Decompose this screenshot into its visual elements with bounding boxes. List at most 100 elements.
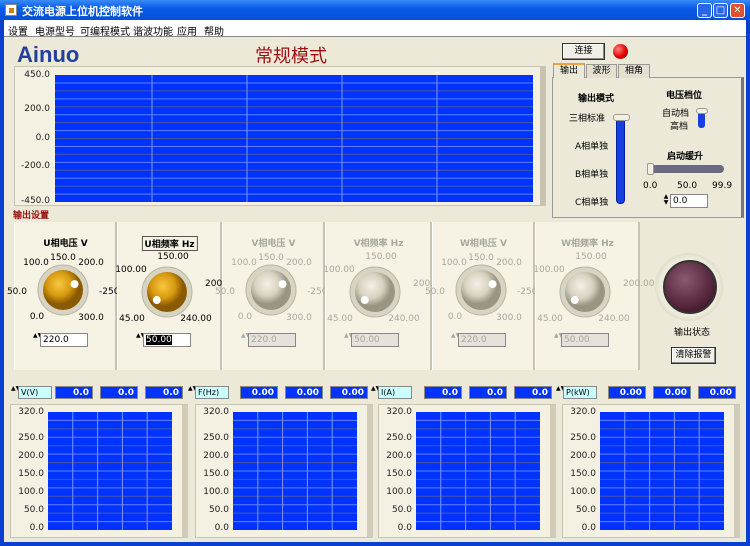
- knob-tick-label: 50.0: [214, 287, 235, 297]
- y-tick-label: 0.0: [397, 523, 412, 533]
- connect-button[interactable]: 连接: [562, 43, 605, 60]
- voltage-range-label: 电压档位: [666, 91, 703, 101]
- y-tick-label: -450.0: [20, 196, 50, 206]
- knob-title: V相电压 V: [251, 239, 296, 249]
- ainuo-logo: Ainuo: [17, 42, 80, 67]
- measurement-label[interactable]: I(A): [378, 386, 412, 399]
- measurement-label[interactable]: F(Hz): [195, 386, 229, 399]
- menu-programmable-mode[interactable]: 可编程模式: [80, 23, 130, 38]
- measurement-value: 0.00: [698, 386, 736, 399]
- knob-indicator: [488, 280, 497, 289]
- soft-start-input[interactable]: 0.0: [670, 194, 708, 208]
- waveform-plot-area: [55, 75, 533, 202]
- knob[interactable]: [241, 260, 301, 320]
- y-tick-label: 50.0: [23, 505, 44, 515]
- knob[interactable]: [345, 262, 405, 322]
- knob-indicator: [360, 296, 369, 305]
- channel-spinner[interactable]: ▲▼: [188, 386, 197, 400]
- output-mode-slider-thumb[interactable]: [613, 114, 630, 121]
- knob[interactable]: [33, 260, 93, 320]
- minimize-button[interactable]: _: [697, 3, 712, 18]
- menu-bar: 设置 电源型号 可编程模式 谐波功能 应用 帮助: [4, 20, 746, 38]
- y-tick-label: 200.0: [386, 451, 412, 461]
- knob-value: 50.00: [146, 335, 172, 345]
- soft-start-tick: 50.0: [677, 181, 698, 191]
- soft-start-spinner[interactable]: ▲ ▼: [663, 194, 669, 208]
- knob-tick-label: 50.0: [6, 287, 27, 297]
- y-tick-label: 320.0: [203, 407, 229, 417]
- soft-start-slider[interactable]: [650, 165, 724, 173]
- y-tick-label: 200.0: [570, 451, 596, 461]
- mode-option-c: C相单独: [575, 198, 609, 208]
- tab-phase-angle[interactable]: 相角: [618, 64, 650, 78]
- knob-tick-label: 50.0: [424, 287, 445, 297]
- maximize-button[interactable]: □: [713, 3, 728, 18]
- tab-output[interactable]: 输出: [553, 63, 585, 78]
- knob-value-input[interactable]: 220.0: [40, 333, 88, 347]
- output-mode-label: 输出模式: [578, 94, 615, 104]
- y-tick-label: 320.0: [386, 407, 412, 417]
- y-tick-label: 200.0: [203, 451, 229, 461]
- knob-indicator: [152, 296, 161, 305]
- knob-tick-label: 150.00: [575, 252, 607, 262]
- value-spinner[interactable]: ▲▼: [33, 333, 42, 347]
- y-tick-label: 0.0: [35, 133, 50, 143]
- y-tick-label: 250.0: [386, 433, 412, 443]
- tab-waveform[interactable]: 波形: [586, 64, 617, 78]
- knob-value-input[interactable]: 50.00: [143, 333, 191, 347]
- knob-title: W相电压 V: [459, 239, 508, 249]
- measurement-value: 0.0: [100, 386, 138, 399]
- measurement-value: 0.00: [285, 386, 323, 399]
- knob-indicator: [570, 296, 579, 305]
- y-tick-label: 150.0: [18, 469, 44, 479]
- voltage-range-thumb[interactable]: [696, 108, 708, 114]
- knob-tick-label: 150.00: [157, 252, 189, 262]
- y-tick-label: 150.0: [570, 469, 596, 479]
- menu-power-model[interactable]: 电源型号: [35, 23, 75, 38]
- channel-spinner[interactable]: ▲▼: [11, 386, 20, 400]
- value-spinner[interactable]: ▲▼: [136, 333, 145, 347]
- knob-value: 50.00: [564, 335, 590, 345]
- y-tick-label: 200.0: [18, 451, 44, 461]
- voltage-range-switch[interactable]: [698, 112, 705, 128]
- trend-plot-area: [233, 412, 357, 530]
- value-spinner: ▲▼: [344, 332, 354, 339]
- close-button[interactable]: ✕: [730, 3, 745, 18]
- knob[interactable]: [137, 262, 197, 322]
- mode-option-b: B相单独: [575, 170, 609, 180]
- app-icon: [5, 4, 17, 16]
- menu-apply[interactable]: 应用: [177, 23, 197, 38]
- y-tick-label: 50.0: [575, 505, 596, 515]
- menu-harmonic[interactable]: 谐波功能: [133, 23, 173, 38]
- soft-start-tick: 0.0: [643, 181, 658, 191]
- measurement-label[interactable]: P(kW): [563, 386, 597, 399]
- measurement-value: 0.0: [145, 386, 183, 399]
- measurement-value: 0.00: [240, 386, 278, 399]
- soft-start-thumb[interactable]: [647, 163, 654, 175]
- knob-tick-label: 150.00: [365, 252, 397, 262]
- output-settings-label: 输出设置: [13, 211, 50, 221]
- channel-spinner[interactable]: ▲▼: [556, 386, 565, 400]
- y-tick-label: 100.0: [570, 487, 596, 497]
- y-tick-label: 50.0: [391, 505, 412, 515]
- knob[interactable]: [555, 262, 615, 322]
- menu-settings[interactable]: 设置: [8, 23, 28, 38]
- mode-option-a: A相单独: [575, 142, 609, 152]
- output-mode-slider[interactable]: [616, 118, 625, 204]
- knob-title: U相频率 Hz: [141, 236, 198, 251]
- knob-value-input: 220.0: [248, 333, 296, 347]
- range-option-high: 高档: [670, 122, 689, 132]
- knob-value: 220.0: [461, 335, 487, 345]
- knob[interactable]: [451, 260, 511, 320]
- menu-help[interactable]: 帮助: [204, 23, 224, 38]
- y-tick-label: 250.0: [570, 433, 596, 443]
- channel-spinner[interactable]: ▲▼: [371, 386, 380, 400]
- measurement-value: 0.00: [608, 386, 646, 399]
- measurement-value: 0.00: [653, 386, 691, 399]
- measurement-value: 0.0: [469, 386, 507, 399]
- measurement-label[interactable]: V(V): [18, 386, 52, 399]
- y-tick-label: 150.0: [386, 469, 412, 479]
- clear-alarm-button[interactable]: 清除报警: [671, 347, 716, 364]
- output-status-label: 输出状态: [674, 328, 711, 338]
- trend-plot-area: [48, 412, 172, 530]
